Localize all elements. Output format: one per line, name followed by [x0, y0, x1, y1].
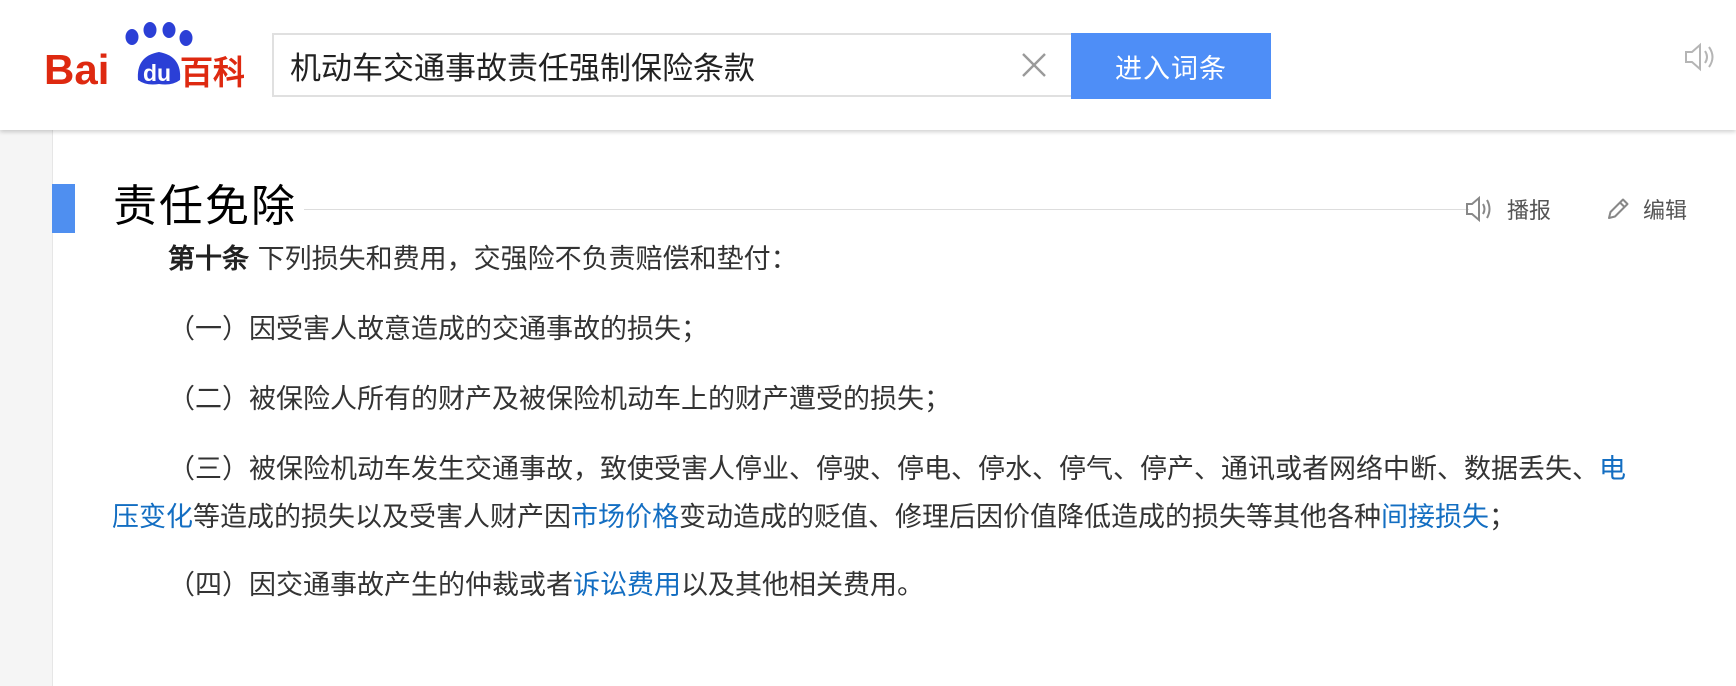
enter-entry-button[interactable]: 进入词条 [1071, 33, 1271, 99]
listen-button[interactable]: 播报 [1465, 192, 1551, 226]
item-text: ； [1489, 502, 1516, 533]
list-item: （一）因受害人故意造成的交通事故的损失； [168, 314, 708, 345]
link-voltage-change[interactable]: 电 [1599, 454, 1626, 485]
list-item: （四）因交通事故产生的仲裁或者诉讼费用以及其他相关费用。 [168, 562, 924, 610]
speaker-icon [1466, 195, 1491, 223]
intro-paragraph: 第十条 下列损失和费用，交强险不负责赔偿和垫付： [168, 236, 798, 284]
link-indirect-loss[interactable]: 间接损失 [1381, 502, 1489, 533]
search-box [272, 33, 1071, 97]
article-number: 第十条 [168, 244, 249, 275]
item-text: （三）被保险机动车发生交通事故，致使受害人停业、停驶、停电、停水、停气、停产、通… [168, 454, 1599, 485]
article-content: 责任免除 播报 编辑 第十条 下列损失和费用，交强险不负责赔偿和垫付： （一）因… [52, 130, 1736, 686]
logo-text-bai: Bai [44, 46, 109, 93]
list-item-continued: 压变化等造成的损失以及受害人财产因市场价格变动造成的贬值、修理后因价值降低造成的… [112, 494, 1516, 542]
search-input[interactable] [290, 35, 990, 95]
logo-text-baike: 百科 [180, 53, 244, 92]
speaker-icon[interactable] [1684, 42, 1736, 72]
list-item: （三）被保险机动车发生交通事故，致使受害人停业、停驶、停电、停水、停气、停产、通… [168, 446, 1626, 494]
paw-icon: Bai du 百科 [44, 22, 246, 93]
top-header: Bai du 百科 进入词条 [0, 0, 1736, 130]
baidu-baike-logo[interactable]: Bai du 百科 [44, 22, 246, 102]
link-market-price[interactable]: 市场价格 [571, 502, 679, 533]
edit-button[interactable]: 编辑 [1605, 192, 1687, 226]
edit-label: 编辑 [1643, 199, 1688, 224]
item-text: 以及其他相关费用。 [681, 570, 924, 601]
logo-text-du: du [143, 60, 171, 86]
item-text: 等造成的损失以及受害人财产因 [193, 502, 571, 533]
intro-text: 下列损失和费用，交强险不负责赔偿和垫付： [249, 244, 798, 275]
item-text: 变动造成的贬值、修理后因价值降低造成的损失等其他各种 [679, 502, 1381, 533]
listen-label: 播报 [1507, 199, 1552, 224]
link-litigation-cost[interactable]: 诉讼费用 [573, 570, 681, 601]
item-text: （四）因交通事故产生的仲裁或者 [168, 570, 573, 601]
section-title: 责任免除 [113, 181, 297, 232]
section-marker [52, 184, 75, 233]
section-divider [304, 209, 1469, 210]
list-item: （二）被保险人所有的财产及被保险机动车上的财产遭受的损失； [168, 384, 951, 415]
pencil-icon [1608, 198, 1629, 219]
close-icon[interactable] [1020, 51, 1048, 79]
link-voltage-change[interactable]: 压变化 [112, 502, 193, 533]
